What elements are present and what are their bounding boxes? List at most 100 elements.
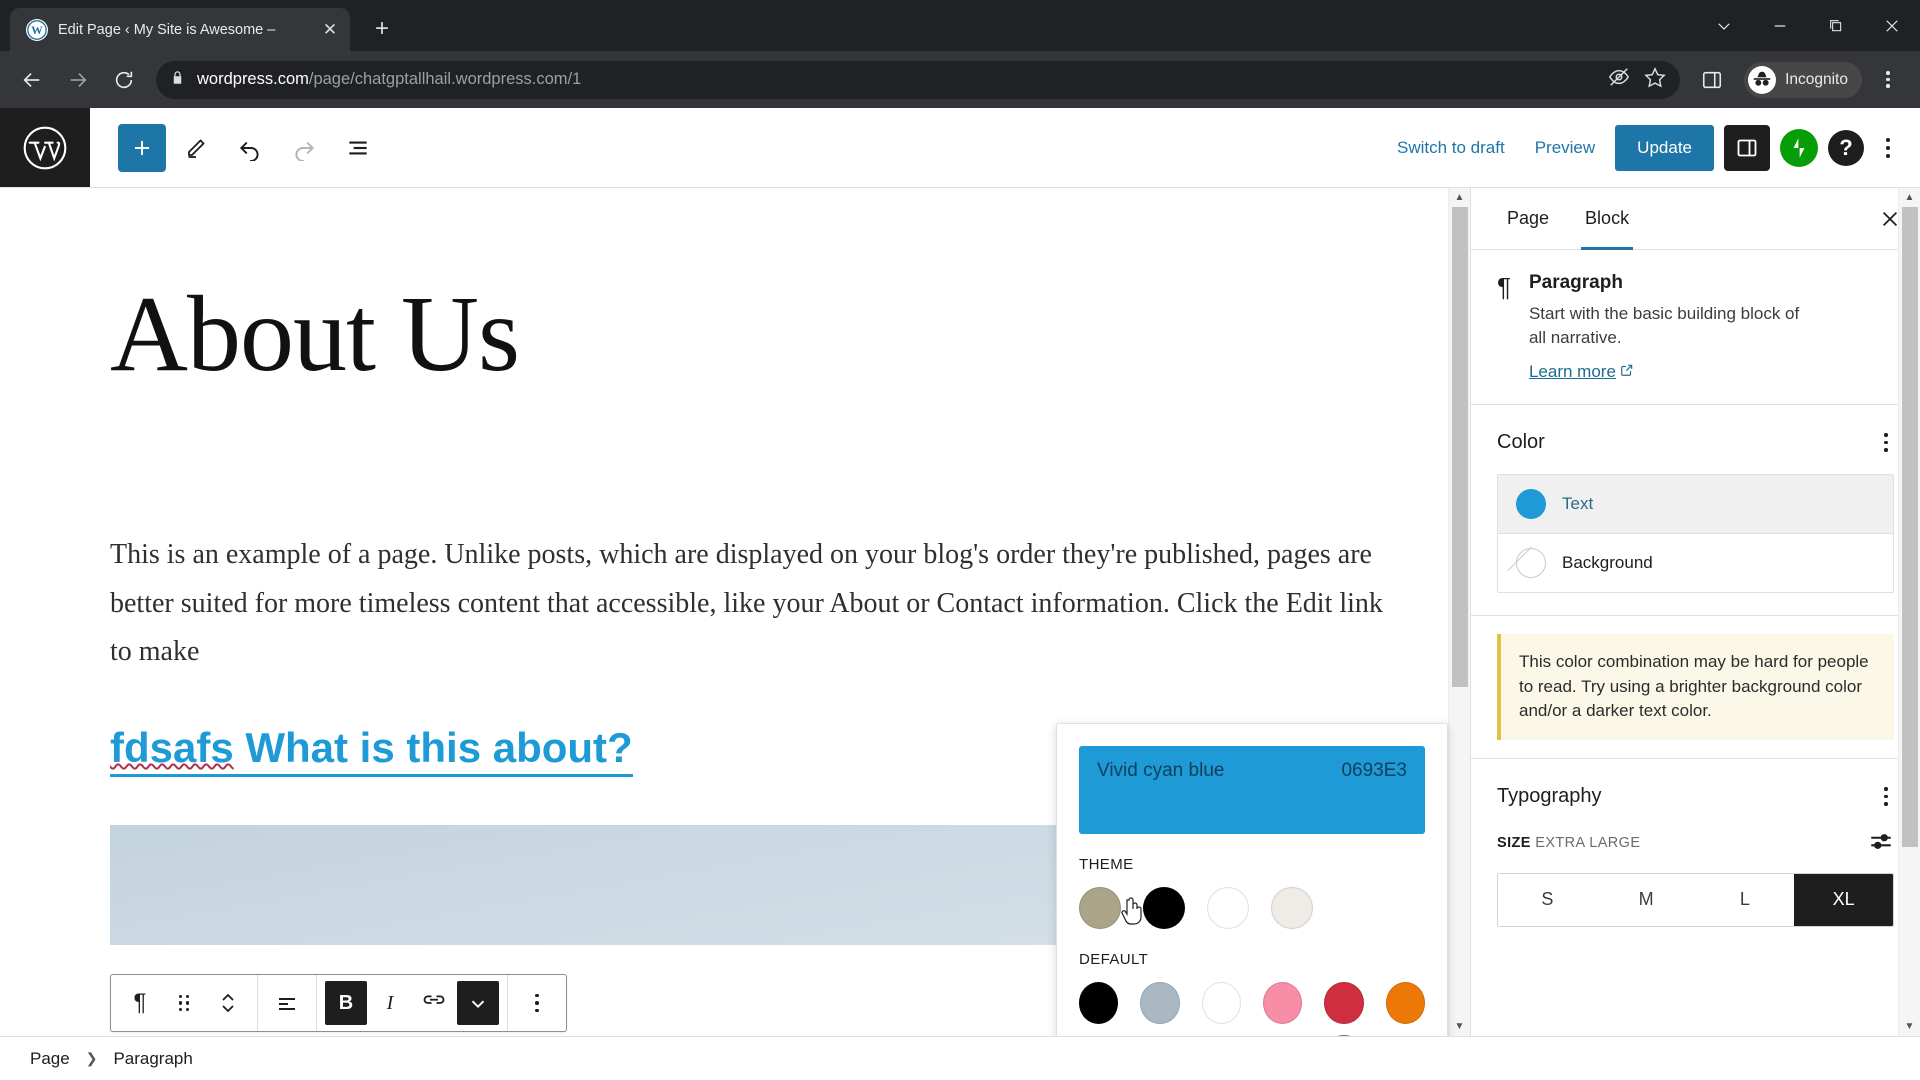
theme-swatch-white[interactable] (1207, 887, 1249, 929)
jetpack-icon[interactable] (1780, 128, 1818, 167)
panel-icon[interactable] (1692, 60, 1732, 100)
star-icon[interactable] (1644, 66, 1666, 93)
forward-arrow-icon[interactable] (58, 60, 98, 100)
pointer-hand-icon (1120, 896, 1146, 933)
color-picker-popover: Vivid cyan blue 0693E3 THEME DEFAULT (1056, 723, 1448, 1036)
color-option-text[interactable]: Text (1498, 475, 1893, 534)
theme-swatch-offwhite[interactable] (1271, 887, 1313, 929)
edit-tool-button[interactable] (172, 124, 220, 172)
tab-page[interactable]: Page (1489, 188, 1567, 249)
italic-button[interactable]: I (369, 981, 411, 1025)
font-size-xl[interactable]: XL (1794, 873, 1893, 926)
more-rich-text-button[interactable] (457, 981, 499, 1025)
font-size-m[interactable]: M (1597, 874, 1696, 926)
font-size-label-row: SIZE EXTRA LARGE (1497, 835, 1640, 851)
maximize-button[interactable] (1808, 0, 1864, 51)
theme-colors-label: THEME (1079, 856, 1134, 873)
font-size-s[interactable]: S (1498, 874, 1597, 926)
color-option-background[interactable]: Background (1498, 533, 1893, 592)
preview-button[interactable]: Preview (1525, 130, 1605, 166)
breadcrumb-page[interactable]: Page (30, 1049, 70, 1069)
editor-right-tools: Switch to draft Preview Update ? (1387, 108, 1920, 187)
url-text: wordpress.com/page/chatgptallhail.wordpr… (197, 70, 581, 89)
wordpress-icon: W (26, 18, 48, 41)
editor-left-tools (90, 108, 382, 187)
minimize-button[interactable] (1752, 0, 1808, 51)
theme-swatch-black[interactable] (1143, 887, 1185, 929)
default-swatch-pale-pink[interactable] (1262, 982, 1303, 1024)
canvas-scrollbar-thumb[interactable] (1451, 207, 1468, 687)
reload-icon[interactable] (104, 60, 144, 100)
color-section: Color Text Background (1471, 405, 1920, 617)
block-toolbar-group-align (258, 975, 317, 1031)
profile-chip[interactable]: Incognito (1744, 61, 1862, 98)
tab-block[interactable]: Block (1567, 188, 1647, 250)
learn-more-label: Learn more (1528, 362, 1616, 382)
undo-button[interactable] (226, 124, 274, 172)
default-swatch-luminous-vivid-orange[interactable] (1385, 982, 1425, 1024)
breadcrumb-block[interactable]: Paragraph (113, 1049, 192, 1069)
default-color-swatches: ✓ (1079, 982, 1425, 1036)
add-block-button[interactable] (118, 123, 166, 172)
typography-section-options-icon[interactable] (1878, 781, 1894, 812)
back-arrow-icon[interactable] (12, 60, 52, 100)
sidebar-toggle-icon[interactable] (1724, 124, 1770, 171)
default-swatch-vivid-red[interactable] (1324, 982, 1364, 1024)
learn-more-link[interactable]: Learn more (1529, 362, 1634, 382)
default-swatch-white[interactable] (1201, 982, 1241, 1024)
paragraph-icon[interactable]: ¶ (119, 981, 161, 1025)
search-tabs-button[interactable] (1696, 0, 1752, 51)
editor-status-bar: Page ❯ Paragraph (0, 1036, 1920, 1080)
kebab-menu-icon[interactable] (1868, 60, 1908, 100)
align-left-icon[interactable] (266, 981, 308, 1025)
incognito-icon (1748, 65, 1777, 94)
chevron-updown-icon[interactable] (207, 981, 249, 1025)
default-swatch-black[interactable] (1079, 982, 1119, 1024)
document-overview-button[interactable] (334, 124, 382, 172)
selected-color-name: Vivid cyan blue (1097, 760, 1225, 781)
block-title: Paragraph (1528, 272, 1623, 293)
switch-to-draft-button[interactable]: Switch to draft (1387, 130, 1515, 166)
block-toolbar-group-format: B I (317, 975, 508, 1031)
sidebar-scrollbar[interactable]: ▲ ▼ (1898, 188, 1920, 1036)
block-options-button[interactable] (516, 981, 558, 1025)
lock-icon (170, 70, 185, 90)
sliders-icon[interactable] (1868, 828, 1894, 859)
omnibox-toolbar: wordpress.com/page/chatgptallhail.wordpr… (0, 51, 1920, 108)
eye-slash-icon[interactable] (1608, 66, 1630, 93)
default-swatch-cyan-bluish-gray[interactable] (1140, 982, 1180, 1024)
heading-block[interactable]: fdsafs What is this about? (110, 724, 633, 777)
browser-tab[interactable]: W Edit Page ‹ My Site is Awesome – ✕ (10, 8, 350, 51)
url-bar[interactable]: wordpress.com/page/chatgptallhail.wordpr… (156, 60, 1681, 99)
bold-button[interactable]: B (325, 981, 367, 1025)
page-title[interactable]: About Us (110, 278, 1470, 392)
sidebar-scrollbar-thumb[interactable] (1901, 207, 1918, 847)
scroll-up-icon[interactable]: ▲ (1905, 188, 1915, 207)
update-button[interactable]: Update (1615, 124, 1714, 171)
editor-canvas[interactable]: About Us This is an example of a page. U… (0, 188, 1470, 1036)
redo-button[interactable] (280, 124, 328, 172)
selected-color-hex: 0693E3 (1341, 760, 1407, 781)
canvas-scrollbar[interactable]: ▲ ▼ (1448, 188, 1470, 1036)
settings-sidebar: Page Block ¶ Paragraph Start with the ba… (1470, 188, 1920, 1036)
link-icon[interactable] (413, 981, 455, 1025)
wordpress-logo-icon[interactable] (0, 108, 90, 187)
scroll-down-icon[interactable]: ▼ (1455, 1017, 1465, 1036)
close-icon[interactable]: ✕ (318, 18, 342, 42)
image-block[interactable] (110, 824, 1200, 945)
paragraph-block[interactable]: This is an example of a page. Unlike pos… (110, 531, 1400, 675)
new-tab-button[interactable]: + (362, 9, 402, 49)
editor-more-menu-icon[interactable] (1874, 137, 1902, 158)
omnibox-icons (1608, 66, 1666, 93)
drag-grip-icon[interactable] (163, 981, 205, 1025)
scroll-down-icon[interactable]: ▼ (1905, 1017, 1915, 1036)
font-size-l[interactable]: L (1696, 874, 1795, 926)
close-window-button[interactable] (1864, 0, 1920, 51)
sidebar-tabs: Page Block (1471, 188, 1920, 250)
breadcrumb-separator: ❯ (85, 1050, 98, 1066)
color-section-options-icon[interactable] (1878, 427, 1894, 458)
scroll-up-icon[interactable]: ▲ (1455, 188, 1465, 207)
color-options-list: Text Background (1497, 474, 1894, 594)
help-icon[interactable]: ? (1828, 129, 1864, 166)
theme-swatch-khaki[interactable] (1079, 887, 1121, 929)
